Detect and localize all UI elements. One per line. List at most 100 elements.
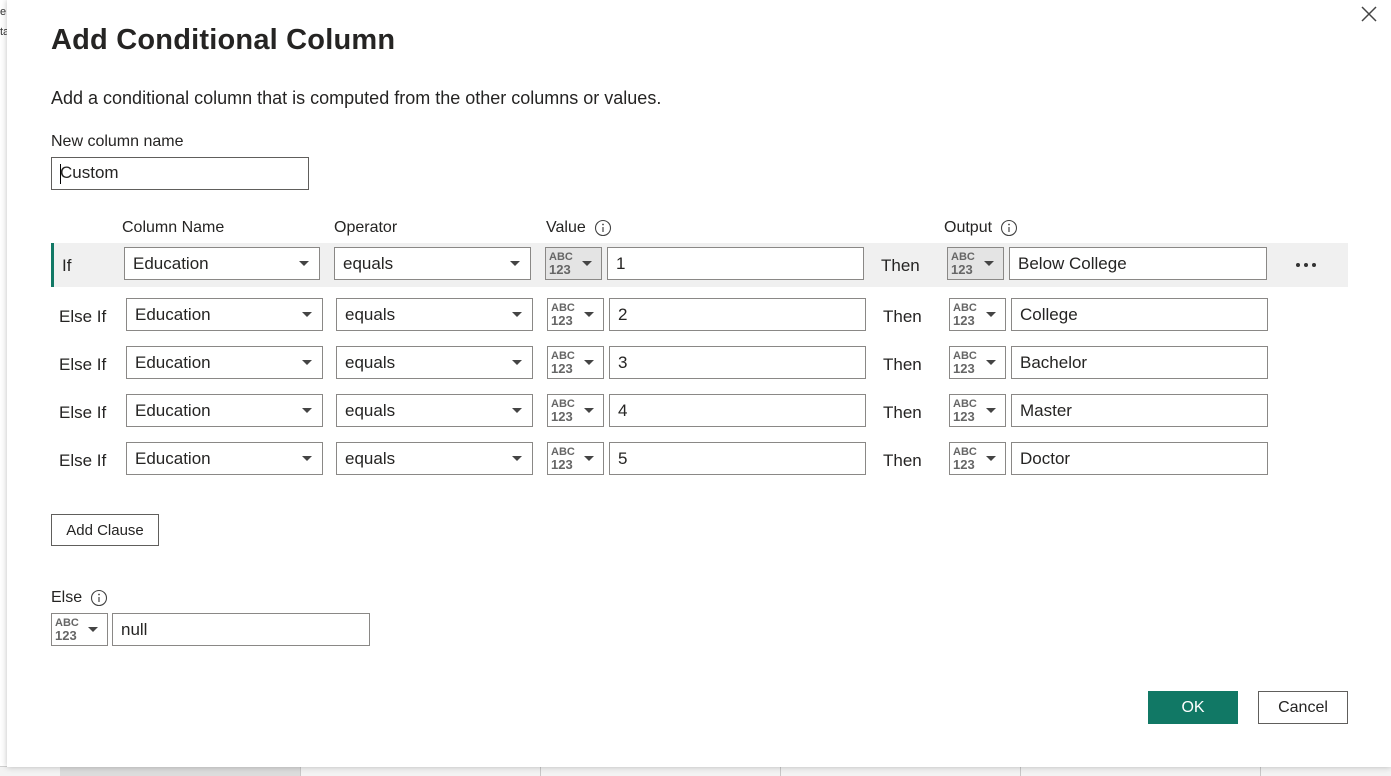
value-input[interactable]: 5 bbox=[609, 442, 866, 475]
type-123-icon: 123 bbox=[55, 628, 77, 643]
condition-row: If Education equals ABC 123 1 Then ABC 1… bbox=[51, 243, 1348, 287]
column-name-dropdown[interactable]: Education bbox=[126, 394, 323, 427]
output-input[interactable]: College bbox=[1011, 298, 1268, 331]
then-label: Then bbox=[883, 403, 922, 422]
value-type-selector[interactable]: ABC 123 bbox=[545, 247, 602, 280]
operator-dropdown[interactable]: equals bbox=[336, 298, 533, 331]
chevron-down-icon bbox=[512, 408, 522, 413]
type-123-icon: 123 bbox=[551, 457, 573, 472]
output-type-selector[interactable]: ABC 123 bbox=[949, 394, 1006, 427]
output-input[interactable]: Below College bbox=[1009, 247, 1267, 280]
else-label: Else bbox=[51, 589, 83, 606]
type-123-icon: 123 bbox=[551, 313, 573, 328]
operator-value: equals bbox=[345, 401, 396, 420]
chevron-down-icon bbox=[512, 360, 522, 365]
else-type-selector[interactable]: ABC 123 bbox=[51, 613, 108, 646]
else-header: Else bbox=[51, 589, 108, 607]
more-options-icon[interactable] bbox=[1291, 255, 1321, 275]
chevron-down-icon bbox=[302, 456, 312, 461]
column-name-value: Education bbox=[135, 401, 211, 420]
output-type-selector[interactable]: ABC 123 bbox=[949, 346, 1006, 379]
type-123-icon: 123 bbox=[953, 457, 975, 472]
chevron-down-icon bbox=[582, 261, 592, 266]
background-divider bbox=[1260, 767, 1261, 776]
then-label: Then bbox=[881, 256, 920, 275]
type-123-icon: 123 bbox=[551, 409, 573, 424]
operator-dropdown[interactable]: equals bbox=[334, 247, 531, 280]
output-type-selector[interactable]: ABC 123 bbox=[949, 442, 1006, 475]
column-name-value: Education bbox=[135, 305, 211, 324]
header-output-label: Output bbox=[944, 219, 993, 236]
column-name-dropdown[interactable]: Education bbox=[126, 298, 323, 331]
header-column-name: Column Name bbox=[122, 219, 224, 237]
operator-dropdown[interactable]: equals bbox=[336, 346, 533, 379]
type-123-icon: 123 bbox=[951, 262, 973, 277]
column-name-dropdown[interactable]: Education bbox=[126, 346, 323, 379]
info-icon[interactable] bbox=[1000, 219, 1018, 237]
value-input[interactable]: 4 bbox=[609, 394, 866, 427]
ok-button[interactable]: OK bbox=[1148, 691, 1238, 724]
condition-row: Else If Education equals ABC 123 3 Then … bbox=[51, 342, 1348, 386]
new-column-name-label: New column name bbox=[51, 133, 184, 150]
condition-keyword: Else If bbox=[59, 451, 107, 470]
add-clause-button[interactable]: Add Clause bbox=[51, 514, 159, 546]
value-type-selector[interactable]: ABC 123 bbox=[547, 394, 604, 427]
condition-row: Else If Education equals ABC 123 5 Then … bbox=[51, 438, 1348, 482]
value-input[interactable]: 2 bbox=[609, 298, 866, 331]
then-label: Then bbox=[883, 307, 922, 326]
chevron-down-icon bbox=[88, 627, 98, 632]
chevron-down-icon bbox=[584, 360, 594, 365]
chevron-down-icon bbox=[302, 408, 312, 413]
column-name-value: Education bbox=[133, 254, 209, 273]
chevron-down-icon bbox=[986, 360, 996, 365]
cancel-button[interactable]: Cancel bbox=[1258, 691, 1348, 724]
output-input[interactable]: Doctor bbox=[1011, 442, 1268, 475]
value-input[interactable]: 3 bbox=[609, 346, 866, 379]
dialog-title: Add Conditional Column bbox=[51, 24, 396, 56]
header-output: Output bbox=[944, 219, 1018, 237]
background-text-fragment: e bbox=[0, 6, 7, 18]
condition-keyword: Else If bbox=[59, 355, 107, 374]
dialog-description: Add a conditional column that is compute… bbox=[51, 88, 662, 108]
operator-dropdown[interactable]: equals bbox=[336, 442, 533, 475]
condition-keyword: Else If bbox=[59, 403, 107, 422]
header-column-name-label: Column Name bbox=[122, 219, 225, 236]
column-name-value: Education bbox=[135, 353, 211, 372]
column-name-value: Education bbox=[135, 449, 211, 468]
value-type-selector[interactable]: ABC 123 bbox=[547, 346, 604, 379]
output-type-selector[interactable]: ABC 123 bbox=[949, 298, 1006, 331]
background-divider bbox=[540, 767, 541, 776]
value-type-selector[interactable]: ABC 123 bbox=[547, 442, 604, 475]
info-icon[interactable] bbox=[594, 219, 612, 237]
chevron-down-icon bbox=[986, 312, 996, 317]
background-divider bbox=[1020, 767, 1021, 776]
then-label: Then bbox=[883, 451, 922, 470]
chevron-down-icon bbox=[584, 456, 594, 461]
column-name-dropdown[interactable]: Education bbox=[124, 247, 320, 280]
chevron-down-icon bbox=[512, 456, 522, 461]
else-value-input[interactable]: null bbox=[112, 613, 370, 646]
operator-dropdown[interactable]: equals bbox=[336, 394, 533, 427]
value-type-selector[interactable]: ABC 123 bbox=[547, 298, 604, 331]
header-value: Value bbox=[546, 219, 612, 237]
chevron-down-icon bbox=[584, 408, 594, 413]
info-icon[interactable] bbox=[90, 589, 108, 607]
output-input[interactable]: Bachelor bbox=[1011, 346, 1268, 379]
output-input[interactable]: Master bbox=[1011, 394, 1268, 427]
type-123-icon: 123 bbox=[953, 361, 975, 376]
output-type-selector[interactable]: ABC 123 bbox=[947, 247, 1004, 280]
type-123-icon: 123 bbox=[551, 361, 573, 376]
value-input[interactable]: 1 bbox=[607, 247, 864, 280]
chevron-down-icon bbox=[302, 360, 312, 365]
then-label: Then bbox=[883, 355, 922, 374]
type-123-icon: 123 bbox=[953, 409, 975, 424]
background-selected-cell bbox=[60, 767, 300, 776]
chevron-down-icon bbox=[984, 261, 994, 266]
close-icon[interactable] bbox=[1357, 2, 1381, 26]
condition-keyword: Else If bbox=[59, 307, 107, 326]
new-column-name-input[interactable]: Custom bbox=[51, 157, 309, 190]
header-value-label: Value bbox=[546, 219, 586, 236]
column-name-dropdown[interactable]: Education bbox=[126, 442, 323, 475]
header-operator: Operator bbox=[334, 219, 397, 237]
condition-row: Else If Education equals ABC 123 2 Then … bbox=[51, 294, 1348, 338]
